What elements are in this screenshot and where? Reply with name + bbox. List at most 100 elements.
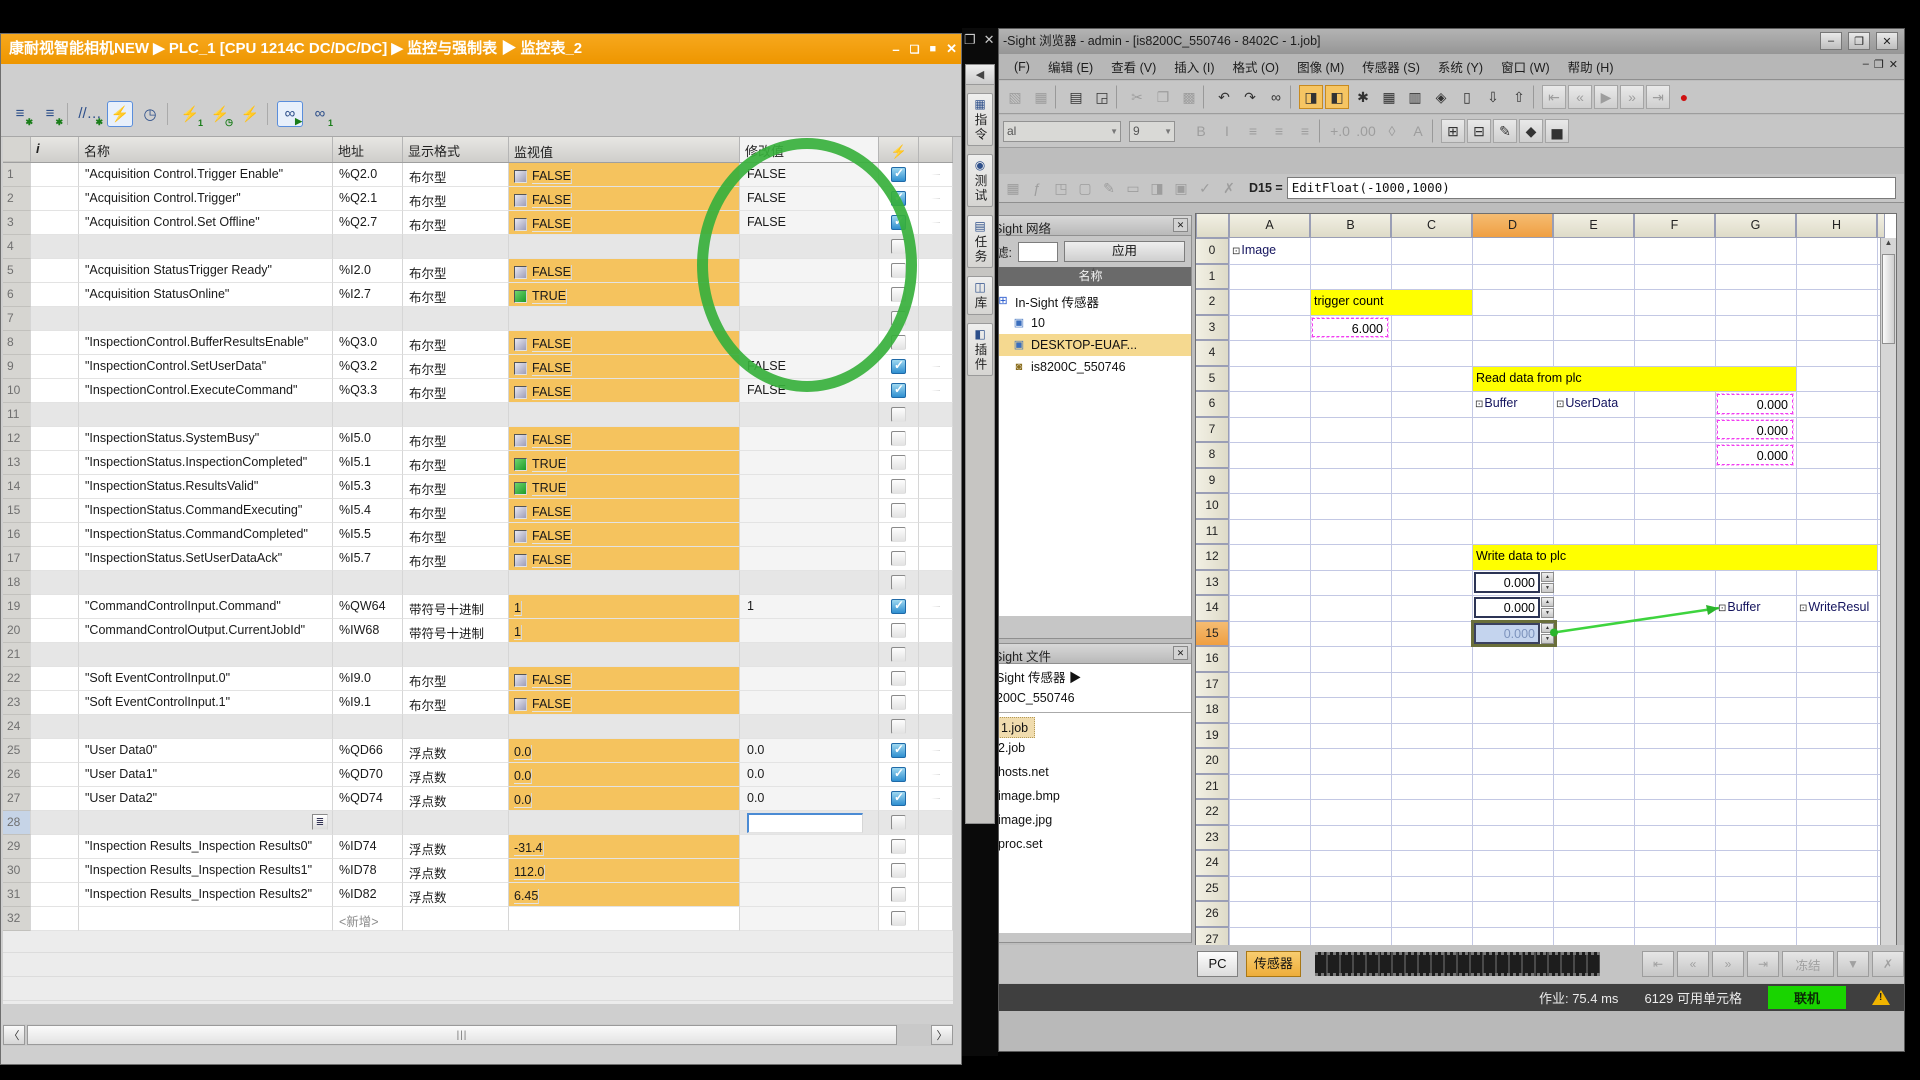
row-name-cell[interactable]: "Inspection Results_Inspection Results2" <box>79 883 333 907</box>
modify-with-trigger-icon[interactable]: ⚡◷ <box>207 101 233 127</box>
checkbox-icon[interactable] <box>891 335 906 350</box>
row-modify-checkbox-cell[interactable] <box>879 859 919 883</box>
restore-icon[interactable]: ❐ <box>1874 58 1884 71</box>
live-image-icon[interactable]: ◧ <box>1325 85 1349 109</box>
formula-input[interactable]: EditFloat(-1000,1000) <box>1287 177 1896 199</box>
row-name-cell[interactable]: "InspectionControl.BufferResultsEnable" <box>79 331 333 355</box>
row-name-cell[interactable]: ≣ <box>79 811 333 835</box>
column-header-H[interactable]: H <box>1796 214 1877 238</box>
watch-table-row[interactable]: 27"User Data2"%QD74浮点数0.00.0 <box>3 787 953 811</box>
column-header-D[interactable]: D <box>1472 214 1553 238</box>
checkbox-icon[interactable] <box>891 815 906 830</box>
row-modify-checkbox-cell[interactable] <box>879 331 919 355</box>
col-header-info[interactable]: i <box>31 137 79 162</box>
cell-label[interactable]: Write data to plc <box>1473 545 1877 570</box>
formula-icon[interactable]: ◳ <box>1051 176 1071 200</box>
row-name-cell[interactable]: "CommandControlOutput.CurrentJobId" <box>79 619 333 643</box>
row-address-cell[interactable]: %I5.5 <box>333 523 403 547</box>
row-modify-cell[interactable] <box>740 643 879 667</box>
checkbox-checked-icon[interactable] <box>891 215 906 230</box>
align-right-icon[interactable]: ≡ <box>1293 119 1317 143</box>
row-modify-cell[interactable] <box>740 259 879 283</box>
row-modify-cell[interactable] <box>740 811 879 835</box>
row-format-cell[interactable]: 布尔型 <box>403 451 509 475</box>
cell-list-icon[interactable]: ≣ <box>312 814 328 830</box>
checkbox-icon[interactable] <box>891 719 906 734</box>
row-format-cell[interactable]: 布尔型 <box>403 691 509 715</box>
row-modify-cell[interactable] <box>740 403 879 427</box>
row-format-cell[interactable]: 布尔型 <box>403 163 509 187</box>
minimize-icon[interactable]: – <box>892 42 899 57</box>
alert-diamond-icon[interactable]: ◆ <box>1519 119 1543 143</box>
checkbox-icon[interactable] <box>891 479 906 494</box>
task-card-tab-库[interactable]: ◫库 <box>967 276 993 315</box>
row-name-cell[interactable]: "Acquisition StatusOnline" <box>79 283 333 307</box>
row-modify-cell[interactable]: FALSE <box>740 187 879 211</box>
row-modify-checkbox-cell[interactable] <box>879 427 919 451</box>
row-modify-checkbox-cell[interactable] <box>879 475 919 499</box>
row-address-cell[interactable] <box>333 715 403 739</box>
watch-table-row[interactable]: 8"InspectionControl.BufferResultsEnable"… <box>3 331 953 355</box>
bold-icon[interactable]: B <box>1189 119 1213 143</box>
load-from-sensor-icon[interactable]: ⇩ <box>1481 85 1505 109</box>
row-modify-cell[interactable] <box>740 715 879 739</box>
row-address-cell[interactable]: %I2.0 <box>333 259 403 283</box>
row-name-cell[interactable]: "User Data0" <box>79 739 333 763</box>
menu-item[interactable]: 查看 (V) <box>1102 54 1165 79</box>
row-address-cell[interactable]: %Q2.1 <box>333 187 403 211</box>
formula-icon[interactable]: ▢ <box>1075 176 1095 200</box>
watch-table-row[interactable]: 31"Inspection Results_Inspection Results… <box>3 883 953 907</box>
row-modify-cell[interactable]: FALSE <box>740 379 879 403</box>
menu-item[interactable]: 格式 (O) <box>1224 54 1289 79</box>
notes-icon[interactable]: ▯ <box>1455 85 1479 109</box>
row-format-cell[interactable]: 布尔型 <box>403 523 509 547</box>
row-modify-checkbox-cell[interactable] <box>879 811 919 835</box>
font-size-combo[interactable]: 9▼ <box>1129 121 1175 142</box>
cell-spinner-selected[interactable]: 0.000▲▼ <box>1474 623 1554 644</box>
first-image-icon[interactable]: ⇤ <box>1542 85 1566 109</box>
row-name-cell[interactable] <box>79 907 333 931</box>
row-format-cell[interactable] <box>403 907 509 931</box>
row-format-cell[interactable]: 浮点数 <box>403 859 509 883</box>
formula-icon[interactable]: ▦ <box>1003 176 1023 200</box>
row-header-25[interactable]: 25 <box>1196 876 1229 902</box>
collapse-panel-icon[interactable]: ◀ <box>966 65 994 85</box>
row-name-cell[interactable] <box>79 403 333 427</box>
row-address-cell[interactable]: <新增> <box>333 907 403 931</box>
row-address-cell[interactable]: %Q2.7 <box>333 211 403 235</box>
col-header-flash[interactable]: ⚡ <box>879 137 919 162</box>
row-address-cell[interactable]: %Q3.0 <box>333 331 403 355</box>
row-format-cell[interactable] <box>403 403 509 427</box>
row-address-cell[interactable]: %QD70 <box>333 763 403 787</box>
watch-table-row[interactable]: 5"Acquisition StatusTrigger Ready"%I2.0布… <box>3 259 953 283</box>
row-modify-cell[interactable] <box>740 451 879 475</box>
watch-table-row[interactable]: 21 <box>3 643 953 667</box>
row-name-cell[interactable] <box>79 307 333 331</box>
row-modify-checkbox-cell[interactable] <box>879 907 919 931</box>
col-header-name[interactable]: 名称 <box>79 137 333 162</box>
export-snippet-icon[interactable]: ⊟ <box>1467 119 1491 143</box>
close-icon[interactable]: ✕ <box>984 32 995 48</box>
row-modify-checkbox-cell[interactable] <box>879 211 919 235</box>
row-format-cell[interactable]: 布尔型 <box>403 331 509 355</box>
spreadsheet-vscrollbar[interactable]: ▲ <box>1880 238 1896 954</box>
row-modify-cell[interactable]: 0.0 <box>740 787 879 811</box>
row-header-22[interactable]: 22 <box>1196 799 1229 825</box>
row-modify-checkbox-cell[interactable] <box>879 283 919 307</box>
row-address-cell[interactable] <box>333 811 403 835</box>
menu-item[interactable]: (F) <box>1005 57 1039 77</box>
menu-item[interactable]: 编辑 (E) <box>1039 54 1102 79</box>
save-to-sensor-icon[interactable]: ⇧ <box>1507 85 1531 109</box>
discard-image-icon[interactable]: ✗ <box>1872 951 1904 977</box>
formula-icon[interactable]: ◨ <box>1147 176 1167 200</box>
monitor-glasses-icon[interactable]: ∞▶ <box>277 101 303 127</box>
watch-table-row[interactable]: 11 <box>3 403 953 427</box>
close-icon[interactable]: ✕ <box>946 41 957 57</box>
paste-icon[interactable]: ▩ <box>1177 85 1201 109</box>
checkbox-icon[interactable] <box>891 239 906 254</box>
row-modify-cell[interactable] <box>740 331 879 355</box>
row-format-cell[interactable] <box>403 811 509 835</box>
col-header-modify[interactable]: 修改值 <box>740 137 879 162</box>
save-job-icon[interactable]: ▦ <box>1029 85 1053 109</box>
row-header-8[interactable]: 8 <box>1196 442 1229 468</box>
